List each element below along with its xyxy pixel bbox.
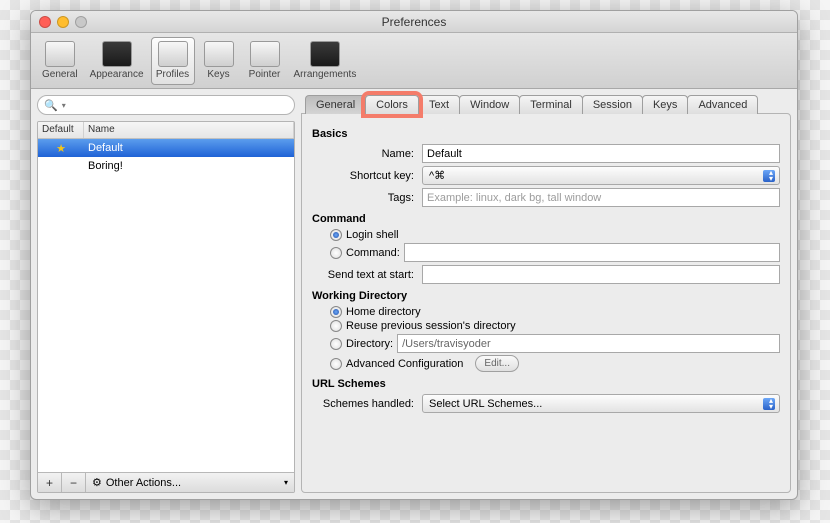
shortcut-popup[interactable]: ^⌘ ▴▾ (422, 166, 780, 185)
radio-icon (330, 306, 342, 318)
slider-icon (45, 41, 75, 67)
other-actions-button[interactable]: ⚙ Other Actions... ▾ (86, 476, 294, 489)
name-label: Name: (312, 148, 422, 160)
list-footer: + − ⚙ Other Actions... ▾ (38, 472, 294, 492)
toolbar-label: General (42, 69, 78, 80)
stepper-icon: ▴▾ (769, 170, 773, 182)
screen-icon (102, 41, 132, 67)
toolbar-arrangements[interactable]: Arrangements (289, 37, 362, 85)
login-shell-label: Login shell (346, 229, 399, 241)
command-radio[interactable]: Command: (330, 243, 780, 262)
section-url-schemes: URL Schemes (312, 378, 780, 390)
toolbar-pointer[interactable]: Pointer (243, 37, 287, 85)
advanced-config-label: Advanced Configuration (346, 358, 463, 370)
gear-icon: ⚙ (92, 476, 102, 489)
profile-name: Boring! (84, 160, 294, 172)
search-icon: 🔍 (44, 99, 58, 112)
toolbar-label: Appearance (90, 69, 144, 80)
window-title: Preferences (31, 15, 797, 29)
tab-keys[interactable]: Keys (642, 95, 688, 114)
reuse-dir-radio[interactable]: Reuse previous session's directory (330, 320, 780, 332)
shortcut-label: Shortcut key: (312, 170, 422, 182)
toolbar-profiles[interactable]: Profiles (151, 37, 195, 85)
list-item[interactable]: ★ Default (38, 139, 294, 157)
list-body[interactable]: ★ Default Boring! (38, 139, 294, 472)
person-icon (158, 41, 188, 67)
key-icon (204, 41, 234, 67)
column-name[interactable]: Name (84, 122, 294, 138)
windows-icon (310, 41, 340, 67)
profile-name: Default (84, 142, 294, 154)
toolbar-label: Keys (207, 69, 229, 80)
command-field[interactable] (404, 243, 780, 262)
command-label: Command: (346, 247, 400, 259)
tab-session[interactable]: Session (582, 95, 643, 114)
mouse-icon (250, 41, 280, 67)
name-field[interactable] (422, 144, 780, 163)
toolbar-appearance[interactable]: Appearance (85, 37, 149, 85)
general-pane: Basics Name: Shortcut key: ^⌘ ▴▾ Tags: (301, 113, 791, 493)
directory-field (397, 334, 780, 353)
tab-general[interactable]: General (305, 95, 366, 114)
star-icon: ★ (56, 143, 66, 155)
home-dir-radio[interactable]: Home directory (330, 306, 780, 318)
toolbar-general[interactable]: General (37, 37, 83, 85)
radio-icon (330, 358, 342, 370)
section-command: Command (312, 213, 780, 225)
section-working-dir: Working Directory (312, 290, 780, 302)
tab-terminal[interactable]: Terminal (519, 95, 583, 114)
tab-advanced[interactable]: Advanced (687, 95, 758, 114)
tab-text[interactable]: Text (418, 95, 460, 114)
directory-radio[interactable]: Directory: (330, 334, 780, 353)
chevron-down-icon: ▾ (62, 101, 66, 110)
advanced-config-radio[interactable]: Advanced Configuration Edit... (330, 355, 780, 372)
toolbar: General Appearance Profiles Keys Pointer… (31, 33, 797, 89)
tags-field[interactable] (422, 188, 780, 207)
add-button[interactable]: + (38, 473, 62, 492)
radio-icon (330, 320, 342, 332)
schemes-popup[interactable]: Select URL Schemes... ▴▾ (422, 394, 780, 413)
home-dir-label: Home directory (346, 306, 421, 318)
profile-list: Default Name ★ Default Boring! + − (37, 121, 295, 493)
edit-button[interactable]: Edit... (475, 355, 519, 372)
directory-label: Directory: (346, 338, 393, 350)
list-item[interactable]: Boring! (38, 157, 294, 175)
titlebar[interactable]: Preferences (31, 11, 797, 33)
radio-icon (330, 338, 342, 350)
reuse-dir-label: Reuse previous session's directory (346, 320, 516, 332)
remove-button[interactable]: − (62, 473, 86, 492)
schemes-value: Select URL Schemes... (429, 398, 542, 410)
column-default[interactable]: Default (38, 122, 84, 138)
detail-panel: General Colors Text Window Terminal Sess… (301, 95, 791, 493)
schemes-label: Schemes handled: (312, 398, 422, 410)
content-area: 🔍 ▾ Default Name ★ Default Boring! (31, 89, 797, 499)
toolbar-keys[interactable]: Keys (197, 37, 241, 85)
chevron-down-icon: ▾ (284, 478, 288, 487)
toolbar-label: Profiles (156, 69, 189, 80)
tab-colors[interactable]: Colors (365, 95, 419, 114)
search-input[interactable]: 🔍 ▾ (37, 95, 295, 115)
login-shell-radio[interactable]: Login shell (330, 229, 780, 241)
tab-window[interactable]: Window (459, 95, 520, 114)
tab-bar: General Colors Text Window Terminal Sess… (305, 95, 791, 114)
other-actions-label: Other Actions... (106, 477, 181, 489)
shortcut-value: ^⌘ (429, 169, 445, 182)
list-header: Default Name (38, 122, 294, 139)
stepper-icon: ▴▾ (769, 398, 773, 410)
send-text-label: Send text at start: (312, 269, 422, 281)
toolbar-label: Arrangements (294, 69, 357, 80)
sidebar: 🔍 ▾ Default Name ★ Default Boring! (37, 95, 295, 493)
toolbar-label: Pointer (249, 69, 281, 80)
preferences-window: Preferences General Appearance Profiles … (30, 10, 798, 500)
send-text-field[interactable] (422, 265, 780, 284)
tags-label: Tags: (312, 192, 422, 204)
radio-icon (330, 229, 342, 241)
section-basics: Basics (312, 128, 780, 140)
radio-icon (330, 247, 342, 259)
